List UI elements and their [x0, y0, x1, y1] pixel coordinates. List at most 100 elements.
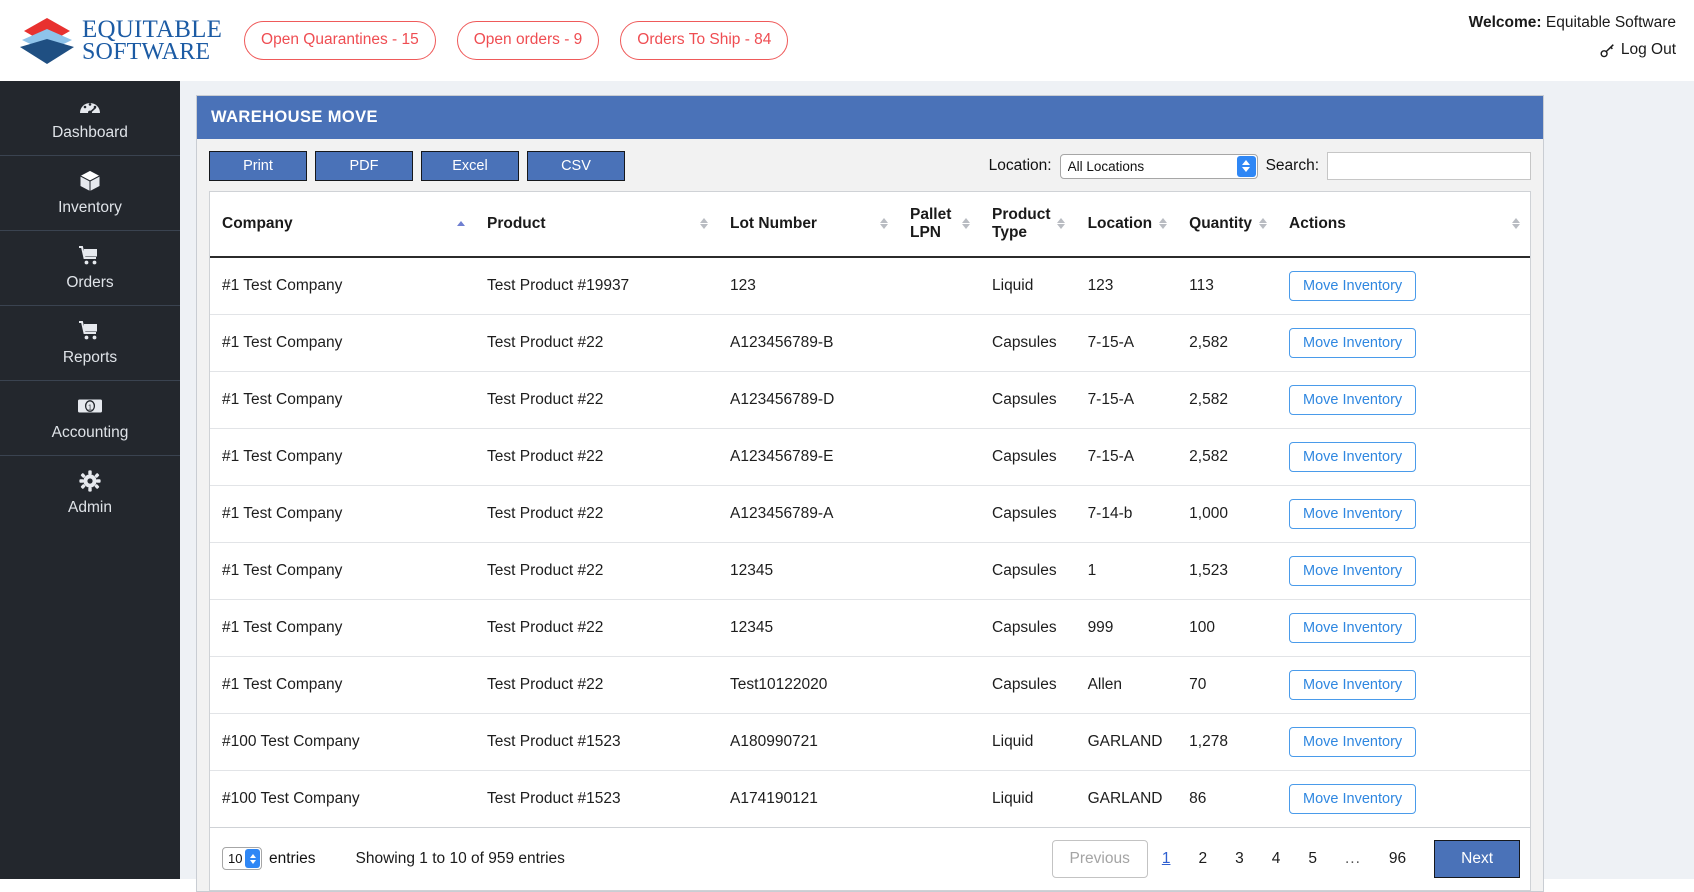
- move-inventory-button[interactable]: Move Inventory: [1289, 270, 1417, 301]
- column-header-quantity[interactable]: Quantity: [1177, 192, 1278, 258]
- row-pallet-lpn: [898, 713, 980, 771]
- location-select-wrap: All Locations: [1059, 153, 1258, 179]
- column-header-lot-number[interactable]: Lot Number: [718, 192, 898, 258]
- welcome-text: Welcome: Equitable Software: [1469, 14, 1676, 32]
- move-inventory-button[interactable]: Move Inventory: [1289, 726, 1417, 757]
- row-quantity: 86: [1189, 789, 1207, 807]
- sidebar-item-orders[interactable]: Orders: [0, 231, 180, 306]
- row-lot-number: A180990721: [718, 713, 898, 771]
- column-header-product-type[interactable]: Product Type: [980, 192, 1076, 258]
- excel-button[interactable]: Excel: [421, 151, 519, 181]
- sort-both-icon: [1158, 217, 1167, 230]
- sidebar-item-reports[interactable]: Reports: [0, 306, 180, 381]
- pill-orders-to-ship[interactable]: Orders To Ship - 84: [620, 21, 789, 60]
- move-inventory-button[interactable]: Move Inventory: [1289, 441, 1417, 472]
- move-inventory-button[interactable]: Move Inventory: [1289, 498, 1417, 529]
- column-label: Quantity: [1189, 214, 1253, 232]
- sort-both-icon: [699, 217, 708, 230]
- move-inventory-button[interactable]: Move Inventory: [1289, 612, 1417, 643]
- row-actions: Move Inventory: [1277, 314, 1530, 372]
- page-number-1[interactable]: 1: [1148, 841, 1185, 876]
- page-number-3[interactable]: 3: [1221, 841, 1258, 876]
- row-location: 7-15-A: [1075, 428, 1178, 486]
- page-number-list: 1 2 3 4 5... 96: [1148, 850, 1420, 868]
- row-location: 999: [1075, 599, 1178, 657]
- row-actions: Move Inventory: [1277, 656, 1530, 714]
- next-page-button[interactable]: Next: [1434, 839, 1520, 878]
- row-pallet-lpn: [898, 485, 980, 543]
- row-pallet-lpn: [898, 428, 980, 486]
- search-input[interactable]: [1327, 152, 1531, 180]
- sidebar-item-admin[interactable]: Admin: [0, 456, 180, 531]
- column-header-pallet-lpn[interactable]: Pallet LPN: [898, 192, 980, 258]
- row-company: #1 Test Company: [210, 371, 475, 429]
- move-inventory-button[interactable]: Move Inventory: [1289, 669, 1417, 700]
- sidebar-item-dashboard[interactable]: Dashboard: [0, 81, 180, 156]
- column-label: Product Type: [992, 206, 1051, 241]
- move-inventory-button[interactable]: Move Inventory: [1289, 555, 1417, 586]
- brand-logo-text: EQUITABLE SOFTWARE: [82, 17, 222, 64]
- row-location: Allen: [1075, 656, 1178, 714]
- row-product-type: Capsules: [980, 485, 1076, 543]
- column-label: Actions: [1289, 214, 1346, 232]
- entries-label: entries: [269, 849, 316, 867]
- row-actions: Move Inventory: [1277, 485, 1530, 543]
- print-button[interactable]: Print: [209, 151, 307, 181]
- page-number-5[interactable]: 5: [1294, 841, 1331, 876]
- column-header-location[interactable]: Location: [1075, 192, 1178, 258]
- box-icon: [79, 170, 101, 192]
- row-company: #1 Test Company: [210, 485, 475, 543]
- column-header-actions[interactable]: Actions: [1277, 192, 1530, 258]
- move-inventory-button[interactable]: Move Inventory: [1289, 327, 1417, 358]
- sort-both-icon: [1511, 217, 1520, 230]
- row-lot-number: 12345: [718, 599, 898, 657]
- row-pallet-lpn: [898, 256, 980, 315]
- sidebar-item-inventory[interactable]: Inventory: [0, 156, 180, 231]
- move-inventory-button[interactable]: Move Inventory: [1289, 384, 1417, 415]
- svg-text:1: 1: [88, 404, 92, 411]
- table-row: #100 Test Company Test Product #1523 A1741…: [210, 770, 1530, 827]
- previous-page-button[interactable]: Previous: [1051, 839, 1148, 878]
- page-number-96[interactable]: 96: [1375, 841, 1420, 876]
- row-location: 7-15-A: [1075, 371, 1178, 429]
- row-company: #1 Test Company: [210, 599, 475, 657]
- showing-entries-text: Showing 1 to 10 of 959 entries: [355, 849, 565, 867]
- page-ellipsis: ...: [1344, 849, 1361, 867]
- row-pallet-lpn: [898, 656, 980, 714]
- page-length-control: 10 entries: [222, 847, 316, 871]
- sidebar-item-label: Orders: [66, 273, 114, 291]
- row-company: #1 Test Company: [210, 256, 475, 315]
- pdf-button[interactable]: PDF: [315, 151, 413, 181]
- row-product-type: Capsules: [980, 656, 1076, 714]
- row-product-type: Liquid: [980, 713, 1076, 771]
- location-select[interactable]: All Locations: [1059, 153, 1258, 179]
- page-number-2[interactable]: 2: [1184, 841, 1221, 876]
- gauge-icon: [78, 95, 102, 117]
- csv-button[interactable]: CSV: [527, 151, 625, 181]
- pill-open-orders[interactable]: Open orders - 9: [456, 21, 600, 60]
- row-product: Test Product #22: [475, 542, 718, 600]
- row-quantity: 1,000: [1177, 485, 1278, 543]
- page-number-4[interactable]: 4: [1258, 841, 1295, 876]
- pill-open-quarantines[interactable]: Open Quarantines - 15: [244, 21, 436, 60]
- logout-label: Log Out: [1620, 41, 1676, 58]
- brand-logo[interactable]: EQUITABLE SOFTWARE: [18, 16, 222, 66]
- page-length-select[interactable]: 10: [222, 847, 262, 871]
- move-inventory-button[interactable]: Move Inventory: [1289, 783, 1417, 814]
- logout-button[interactable]: Log Out: [1469, 41, 1676, 59]
- table-row: #1 Test Company Test Product #22 Test10122…: [210, 656, 1530, 714]
- page-title: WAREHOUSE MOVE: [197, 96, 1543, 139]
- sidebar-item-label: Admin: [68, 499, 112, 516]
- sidebar-item-label: Accounting: [51, 423, 129, 441]
- column-label: Location: [1087, 214, 1153, 232]
- money-bill-icon: 1: [77, 395, 103, 417]
- column-header-product[interactable]: Product: [475, 192, 718, 258]
- location-label: Location:: [988, 157, 1052, 174]
- row-pallet-lpn: [898, 542, 980, 600]
- sidebar-item-accounting[interactable]: 1 Accounting: [0, 381, 180, 456]
- row-quantity: 2,582: [1177, 314, 1278, 372]
- row-product: Test Product #22: [475, 371, 718, 429]
- row-company: #1 Test Company: [210, 314, 475, 372]
- row-product-type: Liquid: [992, 789, 1034, 807]
- column-header-company[interactable]: Company: [210, 192, 475, 258]
